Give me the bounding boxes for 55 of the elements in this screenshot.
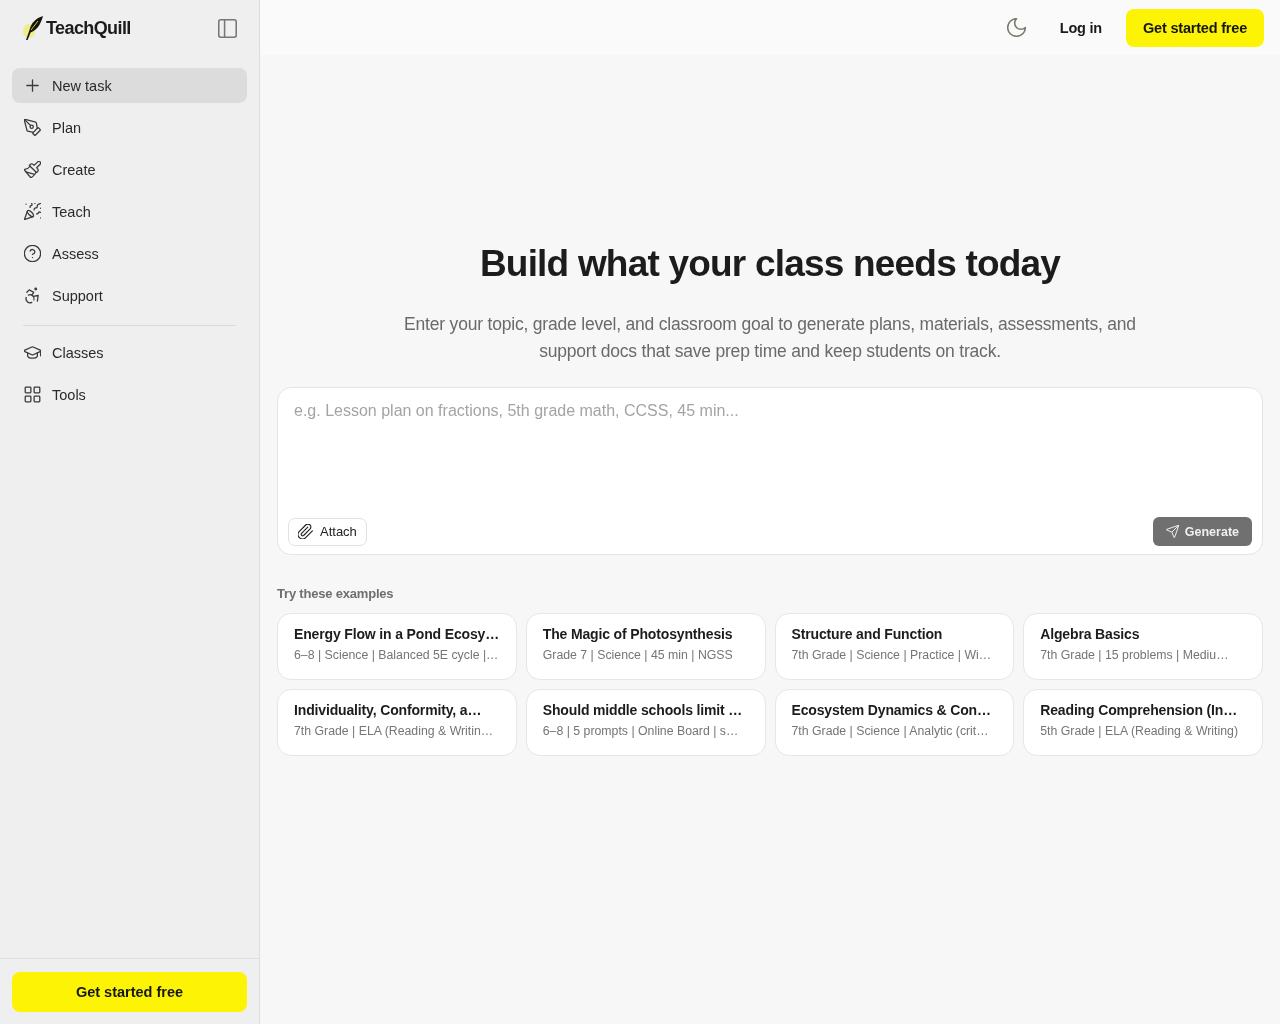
example-title: Should middle schools limit …	[542, 702, 743, 718]
example-meta: 7th Grade | ELA (Reading & Writin…	[294, 724, 494, 738]
example-title: Ecosystem Dynamics & Con…	[791, 702, 991, 718]
login-link[interactable]: Log in	[1047, 11, 1114, 44]
example-meta: 7th Grade | 15 problems | Mediu…	[1040, 648, 1229, 662]
example-card[interactable]: Reading Comprehension (In… 5th Grade | ELA (Reading & Writing)	[1023, 689, 1263, 756]
theme-toggle-button[interactable]	[1006, 18, 1026, 37]
send-icon	[1165, 525, 1179, 538]
grid-icon	[24, 386, 41, 403]
attach-button[interactable]: Attach	[288, 517, 367, 546]
graduation-cap-icon	[24, 344, 41, 361]
moon-icon	[1006, 18, 1026, 37]
example-meta: 5th Grade | ELA (Reading & Writing)	[1040, 724, 1238, 738]
example-card[interactable]: The Magic of Photosynthesis Grade 7 | Science | 45 min | NGSS	[525, 613, 766, 680]
nav-item[interactable]: Tools	[12, 377, 247, 412]
example-card[interactable]: Individuality, Conformity, a… 7th Grade | ELA (Reading & Writin…	[277, 689, 517, 756]
nav-item[interactable]: New task	[12, 68, 247, 103]
example-meta: 7th Grade | Science | Analytic (crit…	[791, 724, 989, 738]
example-title: Energy Flow in a Pond Ecosy…	[294, 626, 500, 642]
examples-heading: Try these examples	[277, 586, 395, 601]
nav-item[interactable]: Support	[12, 278, 247, 313]
pen-nib-icon	[24, 119, 41, 136]
plus-icon	[24, 77, 41, 94]
sidebar-toggle-button[interactable]	[218, 18, 237, 38]
party-popper-icon	[24, 203, 41, 220]
nav-item[interactable]: Classes	[12, 335, 247, 370]
example-card[interactable]: Should middle schools limit … 6–8 | 5 prompts | Online Board | s…	[525, 689, 766, 756]
nav-item[interactable]: Teach	[12, 194, 247, 229]
accessibility-icon	[24, 287, 41, 304]
example-title: Structure and Function	[791, 626, 943, 642]
logo-text: TeachQuill	[46, 17, 131, 39]
paperclip-icon	[298, 524, 313, 539]
quill-logo-icon	[22, 15, 44, 41]
sidebar-panel-icon	[218, 18, 237, 38]
hero-title: Build what your class needs today	[478, 242, 1062, 286]
get-started-button[interactable]: Get started free	[1126, 8, 1264, 47]
example-card[interactable]: Structure and Function 7th Grade | Science | Practice | Wi…	[774, 613, 1015, 680]
get-started-button[interactable]: Get started free	[12, 972, 247, 1012]
example-card[interactable]: Algebra Basics 7th Grade | 15 problems | Mediu…	[1023, 613, 1263, 680]
example-title: Algebra Basics	[1040, 626, 1140, 642]
example-title: Individuality, Conformity, a…	[294, 702, 482, 718]
hero-subtitle: Enter your topic, grade level, and classroom goal to generate plans, materials, assessments, and support docs that save prep time and keep students on track.	[403, 313, 1137, 363]
example-meta: Grade 7 | Science | 45 min | NGSS	[542, 648, 733, 662]
example-meta: 6–8 | Science | Balanced 5E cycle |…	[294, 648, 499, 662]
paintbrush-icon	[24, 161, 41, 178]
example-card[interactable]: Energy Flow in a Pond Ecosy… 6–8 | Science | Balanced 5E cycle |…	[277, 613, 517, 680]
example-meta: 6–8 | 5 prompts | Online Board | s…	[542, 724, 739, 738]
example-card[interactable]: Ecosystem Dynamics & Con… 7th Grade | Science | Analytic (crit…	[774, 689, 1015, 756]
nav-item[interactable]: Plan	[12, 110, 247, 145]
example-title: Reading Comprehension (In…	[1040, 702, 1238, 718]
example-title: The Magic of Photosynthesis	[542, 626, 733, 642]
prompt-input[interactable]: e.g. Lesson plan on fractions, 5th grade math, CCSS, 45 min...	[288, 402, 1252, 517]
example-meta: 7th Grade | Science | Practice | Wi…	[791, 648, 992, 662]
nav-item[interactable]: Create	[12, 152, 247, 187]
nav-item[interactable]: Assess	[12, 236, 247, 271]
